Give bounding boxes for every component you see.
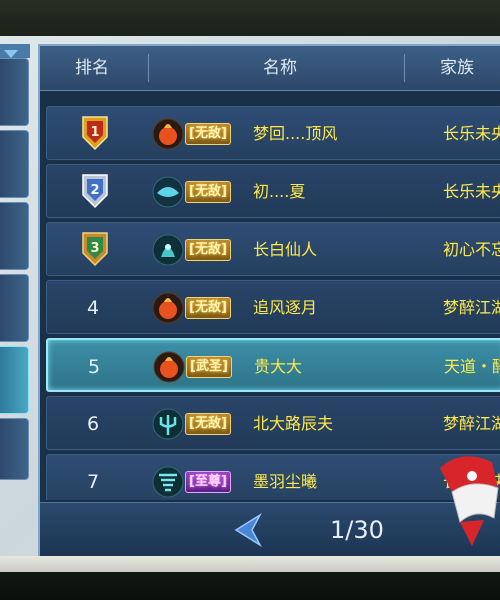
header-divider bbox=[148, 54, 149, 82]
floating-character-sprite-icon[interactable] bbox=[432, 448, 500, 548]
title-tag: [无敌] bbox=[185, 181, 231, 203]
ice-fish-icon bbox=[152, 176, 184, 208]
pagination-bar: 1/30 bbox=[40, 502, 500, 557]
rank-badge-number: 2 bbox=[90, 183, 99, 198]
title-tag: [无敌] bbox=[185, 297, 231, 319]
player-name[interactable]: 墨羽尘曦 bbox=[253, 455, 317, 500]
player-name[interactable]: 初....夏 bbox=[253, 165, 305, 219]
bottom-rim bbox=[0, 556, 500, 572]
tab-3[interactable] bbox=[0, 202, 29, 270]
family-name[interactable]: 长乐未央 bbox=[443, 165, 500, 219]
trident-icon bbox=[152, 408, 184, 440]
family-name[interactable]: 长乐未央 bbox=[443, 107, 500, 161]
family-name[interactable]: 梦醉江湖 bbox=[443, 397, 500, 451]
header-family[interactable]: 家族 bbox=[440, 46, 500, 90]
previous-page-arrow-icon[interactable] bbox=[230, 513, 266, 547]
fire-orb-icon bbox=[152, 118, 184, 150]
title-tag: [无敌] bbox=[185, 239, 231, 261]
header-divider bbox=[404, 54, 405, 82]
fire-orb-icon bbox=[153, 351, 185, 383]
family-name[interactable]: 初心不忘 bbox=[443, 223, 500, 277]
spirit-icon bbox=[152, 234, 184, 266]
table-row[interactable]: 1 [无敌] 梦回....顶风 长乐未央 bbox=[46, 106, 500, 160]
page-indicator: 1/30 bbox=[330, 516, 384, 544]
family-name[interactable]: 梦醉江湖 bbox=[443, 281, 500, 335]
player-name[interactable]: 梦回....顶风 bbox=[253, 107, 337, 161]
table-row-selected[interactable]: 5 [武圣] 贵大大 天道・醉 bbox=[46, 338, 500, 392]
table-header: 排名 名称 家族 bbox=[40, 46, 500, 91]
title-tag: [无敌] bbox=[185, 123, 231, 145]
top-frame bbox=[0, 0, 500, 36]
rank-badge-number: 3 bbox=[90, 241, 99, 256]
bronze-rank-badge-icon: 3 bbox=[82, 232, 108, 267]
rank-number: 6 bbox=[86, 413, 100, 435]
ranking-table: 排名 名称 家族 1 [无敌] 梦回....顶风 长乐未央 2 [无敌] 初..… bbox=[38, 44, 500, 557]
rank-number: 5 bbox=[87, 356, 101, 378]
tab-1[interactable] bbox=[0, 58, 29, 126]
category-tabs bbox=[0, 44, 30, 552]
player-name[interactable]: 贵大大 bbox=[254, 340, 302, 394]
title-tag: [无敌] bbox=[185, 413, 231, 435]
fire-orb-icon bbox=[152, 292, 184, 324]
rank-badge-number: 1 bbox=[90, 125, 99, 140]
header-rank[interactable]: 排名 bbox=[40, 46, 144, 90]
header-name[interactable]: 名称 bbox=[150, 46, 410, 90]
tab-5-active[interactable] bbox=[0, 346, 29, 414]
rank-number: 7 bbox=[86, 471, 100, 493]
title-tag: [武圣] bbox=[186, 356, 232, 378]
player-name[interactable]: 追风逐月 bbox=[253, 281, 317, 335]
player-name[interactable]: 长白仙人 bbox=[253, 223, 317, 277]
tab-4[interactable] bbox=[0, 274, 29, 342]
family-name[interactable]: 天道・醉 bbox=[444, 340, 500, 394]
table-row[interactable]: 6 [无敌] 北大路辰夫 梦醉江湖 bbox=[46, 396, 500, 450]
table-row[interactable]: 4 [无敌] 追风逐月 梦醉江湖 bbox=[46, 280, 500, 334]
bottom-frame bbox=[0, 572, 500, 600]
table-row[interactable]: 2 [无敌] 初....夏 长乐未央 bbox=[46, 164, 500, 218]
gold-rank-badge-icon: 1 bbox=[82, 116, 108, 151]
tornado-icon bbox=[152, 466, 184, 498]
ranking-rows: 1 [无敌] 梦回....顶风 长乐未央 2 [无敌] 初....夏 长乐未央 … bbox=[40, 90, 500, 500]
player-name[interactable]: 北大路辰夫 bbox=[253, 397, 333, 451]
tab-2[interactable] bbox=[0, 130, 29, 198]
title-tag: [至尊] bbox=[185, 471, 231, 493]
silver-rank-badge-icon: 2 bbox=[82, 174, 108, 209]
table-row[interactable]: 3 [无敌] 长白仙人 初心不忘 bbox=[46, 222, 500, 276]
rank-number: 4 bbox=[86, 297, 100, 319]
tab-6[interactable] bbox=[0, 418, 29, 480]
